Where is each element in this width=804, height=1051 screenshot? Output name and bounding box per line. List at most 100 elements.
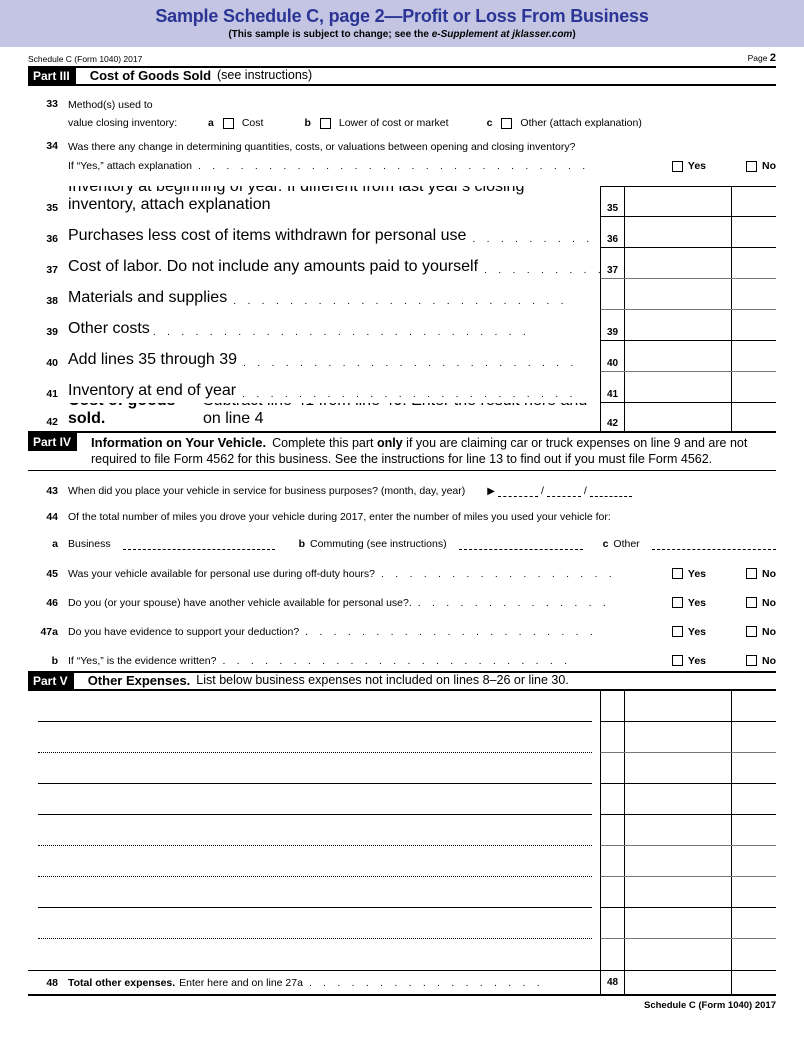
line-34-text-1: Was there any change in determining quan… bbox=[68, 141, 576, 154]
line-36-cents[interactable] bbox=[732, 217, 776, 247]
list-item[interactable] bbox=[28, 877, 776, 909]
line-33-number: 33 bbox=[46, 97, 58, 110]
line-38-leader: . . . . . . . . . . . . . . . . . . . . … bbox=[233, 294, 568, 307]
line-43-month-field[interactable] bbox=[497, 486, 538, 497]
line-46-text: Do you (or your spouse) have another veh… bbox=[68, 596, 412, 609]
expense-cents-8[interactable] bbox=[732, 908, 776, 938]
expense-dollars-5[interactable] bbox=[625, 815, 732, 846]
expense-description-1[interactable] bbox=[28, 691, 600, 723]
line-45-no[interactable]: No bbox=[746, 568, 776, 580]
expense-dollars-8[interactable] bbox=[625, 908, 732, 939]
line-34-number: 34 bbox=[46, 140, 58, 153]
line-48-bold-prefix: Total other expenses. bbox=[68, 976, 176, 989]
checkbox-34-yes[interactable] bbox=[671, 160, 683, 172]
expense-description-4[interactable] bbox=[28, 784, 600, 816]
part3-title: Cost of Goods Sold bbox=[89, 67, 212, 83]
expense-cents-3[interactable] bbox=[732, 753, 776, 783]
line-44c-field[interactable] bbox=[651, 539, 776, 550]
expense-dollars-3[interactable] bbox=[625, 753, 732, 784]
line-39-cents[interactable] bbox=[732, 310, 776, 340]
line-44a-field[interactable] bbox=[122, 539, 275, 550]
expense-description-9[interactable] bbox=[28, 939, 600, 970]
expense-dollars-6[interactable] bbox=[625, 846, 732, 877]
checkbox-47b-yes[interactable] bbox=[671, 655, 683, 667]
expense-dollars-2[interactable] bbox=[625, 722, 732, 753]
line-40-dollars[interactable] bbox=[625, 340, 732, 371]
expense-dollars-1[interactable] bbox=[625, 691, 732, 722]
line-47b-yes[interactable]: Yes bbox=[671, 655, 706, 667]
line-47b-text: If “Yes,” is the evidence written? bbox=[68, 654, 217, 667]
line-42-dollars[interactable] bbox=[625, 402, 732, 431]
line-47a-yes[interactable]: Yes bbox=[671, 626, 706, 638]
expense-description-8[interactable] bbox=[28, 908, 600, 940]
line-35-cents[interactable] bbox=[732, 187, 776, 216]
expense-dollars-9[interactable] bbox=[625, 939, 732, 971]
list-item[interactable] bbox=[28, 846, 776, 878]
expense-description-7[interactable] bbox=[28, 877, 600, 909]
line-35-dollars[interactable] bbox=[625, 186, 732, 216]
list-item[interactable] bbox=[28, 815, 776, 847]
line-42-bold-prefix: Cost of goods sold. bbox=[68, 403, 176, 427]
expense-cents-7[interactable] bbox=[732, 877, 776, 907]
line-39-dollars[interactable] bbox=[625, 309, 732, 340]
expense-cents-9[interactable] bbox=[732, 939, 776, 970]
line-46-yes[interactable]: Yes bbox=[671, 597, 706, 609]
line-44b-field[interactable] bbox=[458, 539, 583, 550]
line-46-no[interactable]: No bbox=[746, 597, 776, 609]
expense-cents-4[interactable] bbox=[732, 784, 776, 814]
line-47b-no[interactable]: No bbox=[746, 655, 776, 667]
list-item[interactable] bbox=[28, 908, 776, 940]
checkbox-47b-no[interactable] bbox=[746, 655, 757, 667]
line-37-cents[interactable] bbox=[732, 248, 776, 278]
checkbox-46-no[interactable] bbox=[746, 597, 757, 609]
expense-description-3[interactable] bbox=[28, 753, 600, 785]
line-48-cents[interactable] bbox=[732, 971, 776, 994]
line-47a-no[interactable]: No bbox=[746, 626, 776, 638]
checkbox-46-yes[interactable] bbox=[671, 597, 683, 609]
list-item[interactable] bbox=[28, 691, 776, 723]
list-item[interactable] bbox=[28, 784, 776, 816]
expense-dollars-4[interactable] bbox=[625, 784, 732, 815]
line-41-dollars[interactable] bbox=[625, 371, 732, 402]
line-34-yes[interactable]: Yes bbox=[671, 159, 706, 174]
line-40-cents[interactable] bbox=[732, 341, 776, 371]
checkbox-47a-no[interactable] bbox=[746, 626, 757, 638]
line-47a: 47a Do you have evidence to support your… bbox=[28, 609, 776, 638]
banner-subtitle-post: ) bbox=[572, 28, 576, 40]
checkbox-45-yes[interactable] bbox=[671, 568, 683, 580]
banner-subtitle-emphasis: e-Supplement at jklasser.com bbox=[431, 28, 573, 40]
pointer-arrow-icon: ▶ bbox=[487, 485, 495, 497]
line-43-day-field[interactable] bbox=[546, 486, 581, 497]
line-42-cents[interactable] bbox=[732, 403, 776, 431]
list-item[interactable] bbox=[28, 722, 776, 754]
checkbox-other-method[interactable] bbox=[501, 118, 513, 130]
line-45-yes[interactable]: Yes bbox=[671, 568, 706, 580]
line-36-dollars[interactable] bbox=[625, 216, 732, 247]
checkbox-45-no[interactable] bbox=[746, 568, 757, 580]
line-38-dollars[interactable] bbox=[625, 278, 732, 309]
line-38-cents[interactable] bbox=[732, 279, 776, 309]
line-43-year-field[interactable] bbox=[589, 486, 632, 497]
expense-cents-6[interactable] bbox=[732, 846, 776, 876]
expense-cents-5[interactable] bbox=[732, 815, 776, 845]
line-48-dollars[interactable] bbox=[625, 971, 732, 995]
line-41-cents[interactable] bbox=[732, 372, 776, 402]
line-37-dollars[interactable] bbox=[625, 247, 732, 278]
line-38-text: Materials and supplies bbox=[68, 288, 228, 306]
expense-description-6[interactable] bbox=[28, 846, 600, 878]
expense-cents-1[interactable] bbox=[732, 691, 776, 721]
list-item[interactable] bbox=[28, 753, 776, 785]
checkbox-cost[interactable] bbox=[222, 118, 234, 130]
expense-cents-2[interactable] bbox=[732, 722, 776, 752]
expense-description-2[interactable] bbox=[28, 722, 600, 754]
list-item[interactable] bbox=[28, 939, 776, 971]
checkbox-lower-of-cost-or-market[interactable] bbox=[319, 118, 331, 130]
line-39-leader: . . . . . . . . . . . . . . . . . . . . … bbox=[152, 325, 531, 338]
line-45-leader: . . . . . . . . . . . . . . . . . bbox=[381, 567, 616, 580]
expense-dollars-7[interactable] bbox=[625, 877, 732, 908]
part3-amount-grid: 35 Inventory at beginning of year. If di… bbox=[28, 185, 776, 431]
checkbox-47a-yes[interactable] bbox=[671, 626, 683, 638]
checkbox-34-no[interactable] bbox=[746, 160, 757, 172]
expense-description-5[interactable] bbox=[28, 815, 600, 847]
line-34-no[interactable]: No bbox=[746, 159, 776, 174]
